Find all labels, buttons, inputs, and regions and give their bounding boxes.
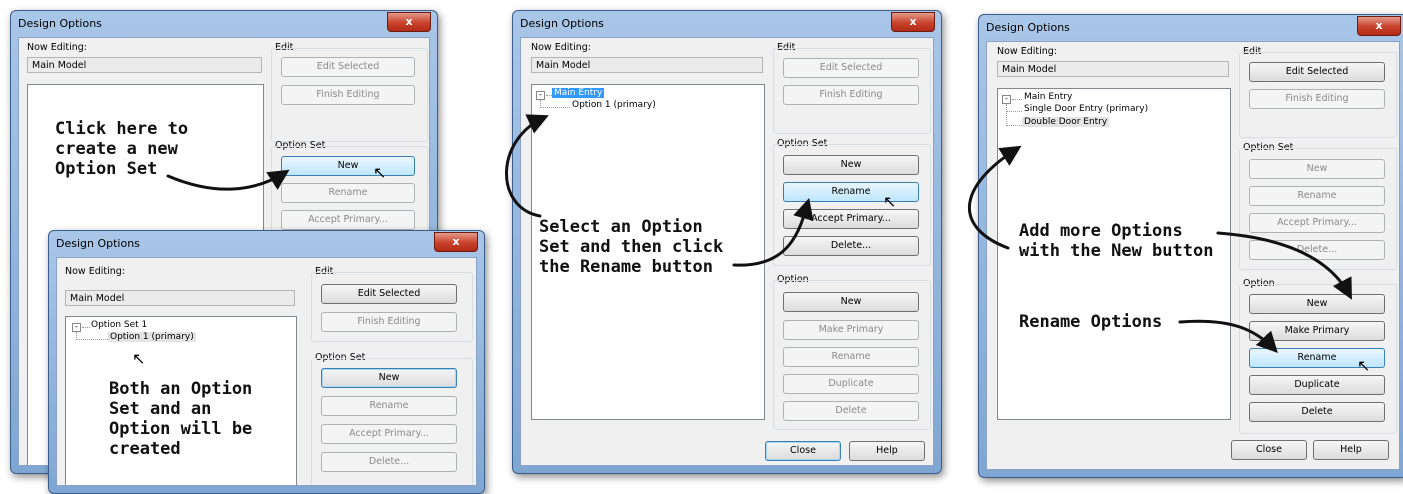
annotation-arrows xyxy=(166,114,1352,354)
arrow-to-new-button xyxy=(166,169,290,191)
arrow-to-rename-button xyxy=(732,197,814,267)
arrow-to-tree-root xyxy=(505,114,549,218)
arrow-to-option-nodes xyxy=(968,145,1022,250)
arrow-to-option-rename-button xyxy=(1178,319,1278,354)
arrow-to-option-new-button xyxy=(1216,231,1352,300)
